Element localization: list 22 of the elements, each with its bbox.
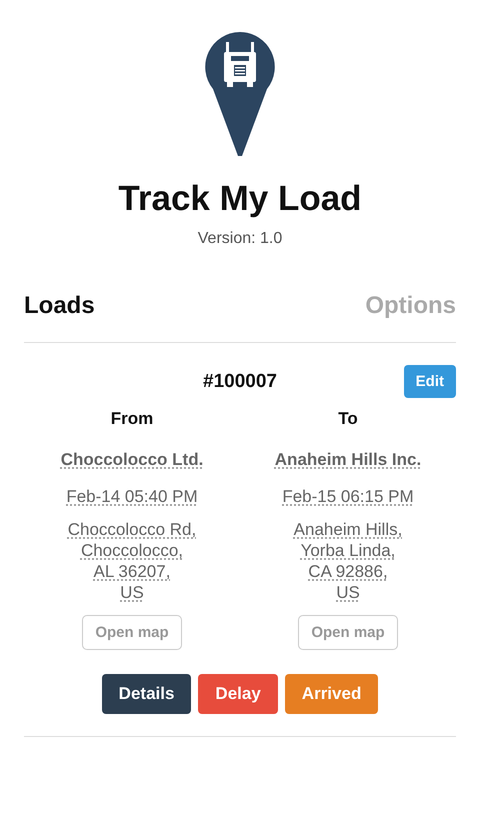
truck-pin-icon <box>205 32 275 156</box>
action-button[interactable]: Details <box>102 674 192 714</box>
address-line[interactable]: Anaheim Hills, <box>294 519 402 540</box>
time-link[interactable]: Feb-15 06:15 PM <box>282 487 414 507</box>
address-line[interactable]: AL 36207, <box>94 561 170 582</box>
tab[interactable]: Loads <box>24 292 95 320</box>
stop-heading: To <box>338 409 358 429</box>
stop-heading: From <box>110 409 154 429</box>
address-line[interactable]: US <box>336 582 360 603</box>
address-line[interactable]: Yorba Linda, <box>300 540 396 561</box>
time-link[interactable]: Feb-14 05:40 PM <box>66 487 198 507</box>
action-button[interactable]: Delay <box>198 674 278 714</box>
address-line[interactable]: US <box>120 582 144 603</box>
company-link[interactable]: Choccolocco Ltd. <box>60 450 204 470</box>
address-line[interactable]: Choccolocco, <box>80 540 184 561</box>
app-title: Track My Load <box>118 178 362 220</box>
address-line[interactable]: Choccolocco Rd, <box>68 519 196 540</box>
version-text: Version: 1.0 <box>198 230 282 248</box>
company-link[interactable]: Anaheim Hills Inc. <box>274 450 422 470</box>
load-number: #100007 <box>203 371 277 393</box>
address-line[interactable]: CA 92886, <box>308 561 388 582</box>
edit-button[interactable]: Edit <box>404 365 456 398</box>
